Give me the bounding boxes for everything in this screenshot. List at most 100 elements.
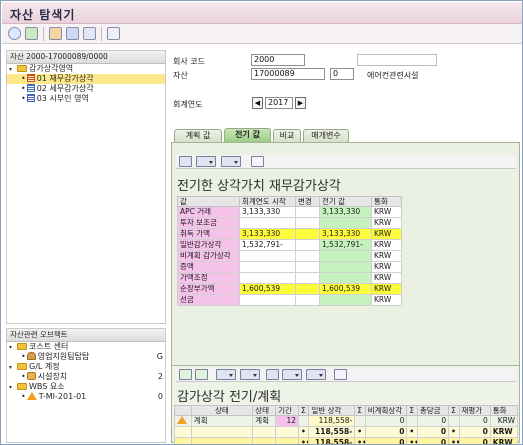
posted-grid-title: 전기한 상각가치 재무감가상각 xyxy=(177,179,341,194)
sort-ascending-icon[interactable] xyxy=(179,369,192,380)
table-cell xyxy=(239,294,296,306)
column-header[interactable]: Σ xyxy=(406,405,418,416)
table-cell: 12 xyxy=(275,415,300,427)
fiscal-year-label: 회계연도 xyxy=(173,100,203,109)
layout-icon[interactable] xyxy=(83,27,96,40)
tree-item-01[interactable]: • 01 재무감가상각 xyxy=(7,74,165,84)
table-cell: KRW xyxy=(371,250,402,262)
info-icon[interactable] xyxy=(334,369,347,380)
table-cell xyxy=(406,415,418,427)
folder-icon xyxy=(17,343,27,350)
table-row[interactable]: 선금 KRW xyxy=(177,294,402,306)
tab-comparison[interactable]: 비교 xyxy=(273,129,301,142)
table-row[interactable]: 일반감가상각 1,532,791- 1,532,791- KRW xyxy=(177,239,402,251)
print-icon[interactable] xyxy=(49,27,62,40)
sort-descending-icon[interactable] xyxy=(195,369,208,380)
table-cell: 가액조정 xyxy=(177,272,240,284)
column-header[interactable]: 상태 xyxy=(190,405,254,416)
table-cell: 118,558- xyxy=(308,437,356,444)
tab-parameters[interactable]: 매개변수 xyxy=(303,129,349,142)
plan-grid-toolbar xyxy=(176,368,516,382)
column-header[interactable]: 기간 xyxy=(275,405,300,416)
table-row[interactable]: 투자 보조금 KRW xyxy=(177,217,402,229)
obj-item-gl[interactable]: • 시설장치 2 xyxy=(7,372,165,382)
tab-planned-values[interactable]: 계획 값 xyxy=(174,129,222,142)
table-cell: 1,600,539 xyxy=(319,283,372,295)
table-cell xyxy=(174,437,192,444)
asset-number-field[interactable]: 17000089 xyxy=(251,68,325,80)
next-year-button[interactable]: ▶ xyxy=(295,97,306,109)
table-cell: KRW xyxy=(489,415,519,427)
company-name-field[interactable] xyxy=(357,54,437,66)
other-asset-icon[interactable] xyxy=(8,27,21,40)
view-icon[interactable] xyxy=(306,369,326,380)
table-row[interactable]: APC 거래 3,133,330 3,133,330 KRW xyxy=(177,206,402,218)
column-header[interactable]: 값 xyxy=(177,196,240,207)
obj-group-gl[interactable]: ▾ G/L 계정 xyxy=(7,362,165,372)
table-cell: • xyxy=(448,426,460,438)
column-header[interactable]: 회계연도 시작 xyxy=(239,196,296,207)
column-header[interactable]: 상태 xyxy=(252,405,277,416)
tree-root[interactable]: ▾ 감가상각영역 xyxy=(7,64,165,74)
table-cell: 0 xyxy=(416,426,450,438)
total-row[interactable]: • 118,558- • 0 • 0 • 0 KRW xyxy=(174,426,519,438)
table-row[interactable]: 비계획 감가상각 KRW xyxy=(177,250,402,262)
obj-item-cost-center[interactable]: • 영업지원팀탑탑 G xyxy=(7,352,165,362)
sum-icon[interactable] xyxy=(216,369,236,380)
obj-item-wbs[interactable]: • T-MI-201-01 0 xyxy=(7,392,165,402)
table-row[interactable]: 증액 KRW xyxy=(177,261,402,273)
chart-icon[interactable] xyxy=(66,27,79,40)
table-row[interactable]: 계획 계획 12 118,558- 0 0 0 KRW xyxy=(174,415,519,427)
obj-item-label: 영업지원팀탑탑 xyxy=(37,352,90,361)
total-row[interactable]: ••118,558-••0••0••0KRW xyxy=(174,437,519,444)
tree-item-03[interactable]: • 03 시부인 영역 xyxy=(7,94,165,104)
table-icon[interactable] xyxy=(107,27,120,40)
related-objects-tree: 자산관련 오브젝트 ▾ 코스트 센터 • 영업지원팀탑탑 G ▾ G/L 계정 • 시설… xyxy=(6,328,166,443)
display-asset-icon[interactable] xyxy=(25,27,38,40)
obj-group-wbs[interactable]: ▾ WBS 요소 xyxy=(7,382,165,392)
column-header[interactable]: Σ xyxy=(297,405,310,416)
table-cell xyxy=(239,250,296,262)
table-row[interactable]: 취득 가액 3,133,330 3,133,330 KRW xyxy=(177,228,402,240)
tab-posted-values[interactable]: 전기 값 xyxy=(224,128,271,142)
column-header[interactable]: 일반 상각 xyxy=(308,405,356,416)
table-cell xyxy=(275,426,300,438)
column-header[interactable]: Σ xyxy=(354,405,366,416)
table-row[interactable]: 순장부가액 1,600,539 1,600,539 KRW xyxy=(177,283,402,295)
fiscal-year-field[interactable]: 2017 xyxy=(265,97,293,109)
table-cell: 118,558- xyxy=(308,426,356,438)
company-code-field[interactable]: 2000 xyxy=(251,54,305,66)
column-header[interactable]: 통화 xyxy=(371,196,402,207)
column-header[interactable]: 변경 xyxy=(295,196,320,207)
asset-description: 에어컨관련시설 xyxy=(367,71,419,80)
app-toolbar xyxy=(2,24,522,44)
table-cell xyxy=(319,217,372,229)
folder-icon xyxy=(17,65,27,72)
column-header[interactable]: 통화 xyxy=(489,405,519,416)
obj-item-value: 0 xyxy=(157,392,163,401)
tree-item-02[interactable]: • 02 세무감가상각 xyxy=(7,84,165,94)
print-icon[interactable] xyxy=(266,369,279,380)
column-header[interactable]: 전기 값 xyxy=(319,196,372,207)
export-icon[interactable] xyxy=(196,156,216,167)
print-icon[interactable] xyxy=(179,156,192,167)
column-header[interactable]: 비계획상각 xyxy=(364,405,408,416)
prev-year-button[interactable]: ◀ xyxy=(252,97,263,109)
subtotal-icon[interactable] xyxy=(240,369,260,380)
depreciation-plan-panel: 감가상각 전기/계획 상태 상태 기간 Σ 일반 상각 Σ 비계획상각 Σ 총당… xyxy=(171,365,520,444)
column-header[interactable]: Σ xyxy=(448,405,460,416)
export-icon[interactable] xyxy=(282,369,302,380)
list-icon xyxy=(26,74,35,82)
column-header[interactable]: 재평가 xyxy=(458,405,491,416)
obj-group-cost-center[interactable]: ▾ 코스트 센터 xyxy=(7,342,165,352)
asset-subnumber-field[interactable]: 0 xyxy=(330,68,354,80)
view-icon[interactable] xyxy=(221,156,241,167)
table-cell xyxy=(190,437,254,444)
column-header[interactable]: 총당금 xyxy=(416,405,450,416)
table-row[interactable]: 가액조정 KRW xyxy=(177,272,402,284)
posted-values-table: 값 회계연도 시작 변경 전기 값 통화 APC 거래 3,133,330 3,13… xyxy=(177,196,402,306)
obj-item-label: T-MI-201-01 xyxy=(38,392,87,401)
table-cell xyxy=(295,250,320,262)
info-icon[interactable] xyxy=(251,156,264,167)
table-cell: KRW xyxy=(371,206,402,218)
